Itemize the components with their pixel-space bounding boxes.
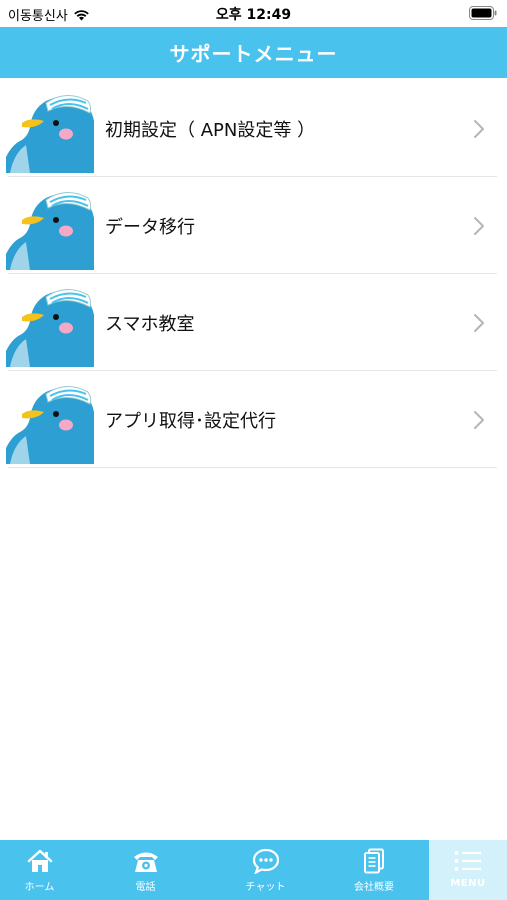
menu-item-app-setup-service[interactable]: アプリ取得･設定代行 <box>0 371 507 468</box>
chevron-right-icon <box>474 216 484 235</box>
status-time: 오후 12:49 <box>215 7 292 23</box>
menu-list-icon <box>454 851 481 871</box>
penguin-mascot-icon <box>6 386 94 464</box>
app-header: サポートメニュー <box>0 27 507 78</box>
document-icon <box>364 848 384 874</box>
battery-icon <box>469 6 497 20</box>
chevron-right-icon <box>474 119 484 138</box>
tab-label: ホーム <box>24 882 55 893</box>
app-screen: 이동통신사 오후 12:49 サポートメニュー 初期設定（ APN設定等 ） デ… <box>0 0 507 900</box>
phone-icon <box>133 852 158 872</box>
menu-item-label: データ移行 <box>105 216 195 238</box>
page-title: サポートメニュー <box>169 42 338 66</box>
tab-home[interactable]: ホーム <box>0 840 79 900</box>
status-bar: 이동통신사 오후 12:49 <box>0 0 507 27</box>
support-menu-list: 初期設定（ APN設定等 ） データ移行 スマホ教室 アプリ取得･設定代行 <box>0 80 507 468</box>
menu-item-label: 初期設定（ APN設定等 ） <box>105 119 316 141</box>
tab-label: 電話 <box>135 882 156 893</box>
chevron-right-icon <box>474 410 484 429</box>
menu-item-label: アプリ取得･設定代行 <box>105 410 276 432</box>
chevron-right-icon <box>474 313 484 332</box>
tab-label: 会社概要 <box>354 882 394 893</box>
penguin-mascot-icon <box>6 192 94 270</box>
tab-company-info[interactable]: 会社概要 <box>319 840 429 900</box>
penguin-mascot-icon <box>6 289 94 367</box>
menu-item-smartphone-class[interactable]: スマホ教室 <box>0 274 507 371</box>
chat-icon <box>252 848 279 874</box>
tab-chat[interactable]: チャット <box>212 840 319 900</box>
home-icon <box>27 849 52 872</box>
tab-label: MENU <box>450 878 486 889</box>
tab-menu[interactable]: MENU <box>429 840 507 900</box>
menu-item-data-migration[interactable]: データ移行 <box>0 177 507 274</box>
penguin-mascot-icon <box>6 95 94 173</box>
bottom-tab-bar: ホーム 電話 チャット 会社概要 MENU <box>0 840 507 900</box>
menu-item-label: スマホ教室 <box>105 313 195 335</box>
tab-phone[interactable]: 電話 <box>79 840 212 900</box>
tab-label: チャット <box>245 882 286 893</box>
menu-item-initial-setup[interactable]: 初期設定（ APN設定等 ） <box>0 80 507 177</box>
